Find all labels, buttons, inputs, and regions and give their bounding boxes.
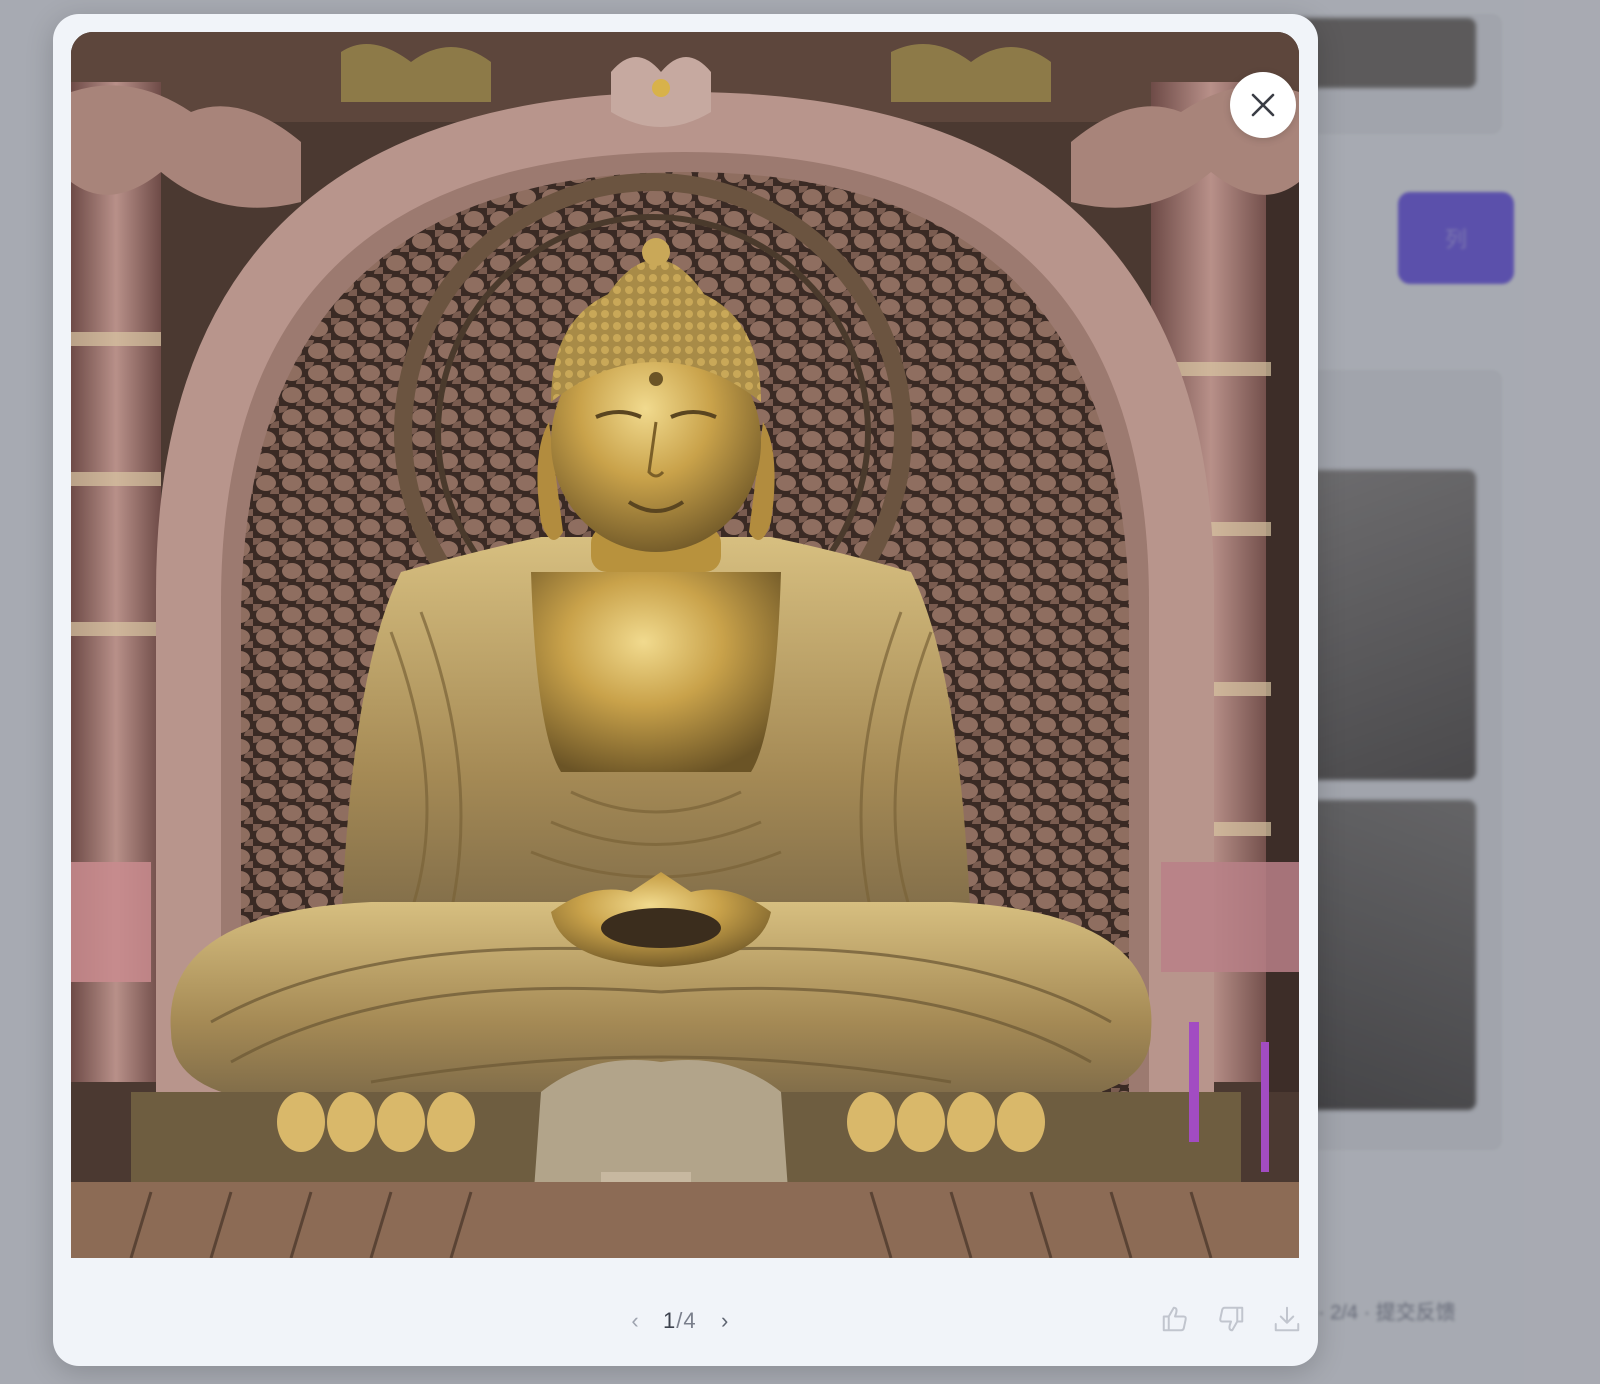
image-actions: [1160, 1304, 1302, 1334]
chevron-right-icon[interactable]: ›: [715, 1308, 735, 1334]
close-button[interactable]: [1230, 72, 1296, 138]
image-pager: ‹ 1/4 ›: [625, 1304, 735, 1338]
current-page: 1: [663, 1308, 677, 1333]
chevron-left-icon[interactable]: ‹: [625, 1308, 645, 1334]
preview-image: [71, 32, 1299, 1258]
page-indicator: 1/4: [663, 1308, 697, 1334]
image-preview-modal: ‹ 1/4 ›: [53, 14, 1318, 1366]
close-icon: [1251, 93, 1275, 117]
thumbs-up-icon[interactable]: [1160, 1304, 1190, 1334]
thumbs-down-icon[interactable]: [1216, 1304, 1246, 1334]
download-icon[interactable]: [1272, 1304, 1302, 1334]
total-pages: 4: [683, 1308, 697, 1333]
